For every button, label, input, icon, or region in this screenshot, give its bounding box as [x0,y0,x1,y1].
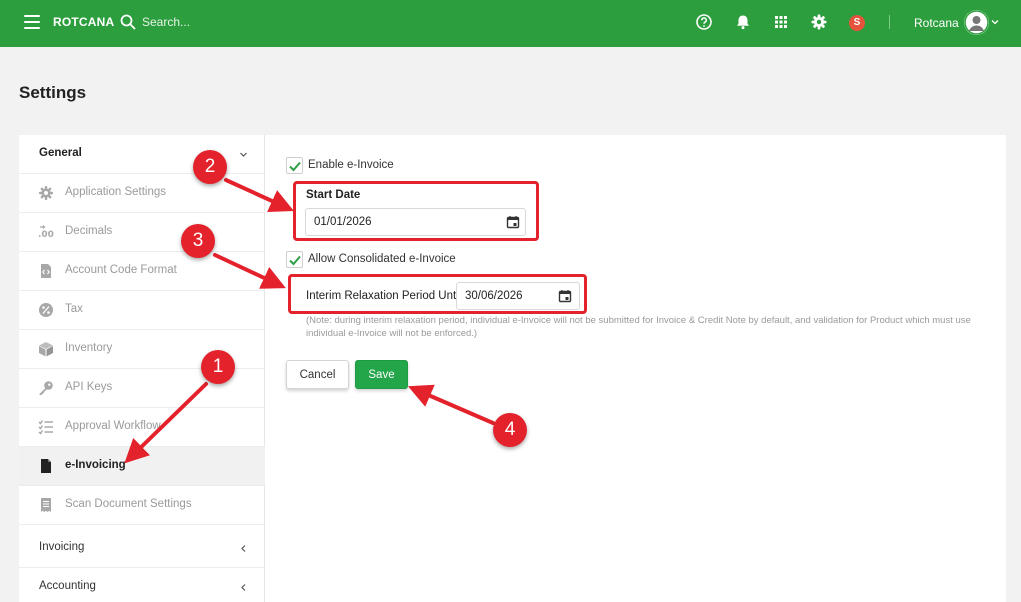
arrow-4 [407,384,495,425]
annotation-marker-3: 3 [181,224,215,258]
arrow-2 [224,178,294,212]
arrow-1 [124,382,208,464]
annotation-marker-2: 2 [193,150,227,184]
annotation-arrows [124,178,495,464]
annotation-marker-4: 4 [493,413,527,447]
annotation-marker-1: 1 [201,350,235,384]
arrow-3 [213,253,286,289]
